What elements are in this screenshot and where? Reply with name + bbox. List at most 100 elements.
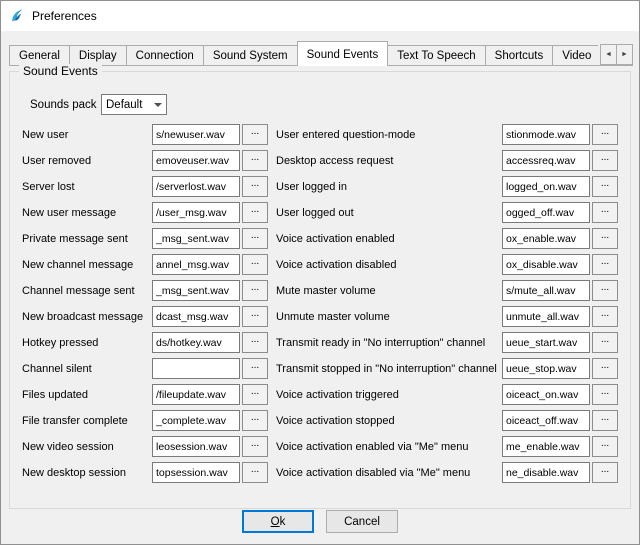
browse-button[interactable]: ... — [592, 332, 618, 353]
tab-scroller: ◄ ► — [598, 44, 633, 65]
browse-button[interactable]: ... — [592, 358, 618, 379]
cancel-button-label: Cancel — [327, 516, 397, 528]
sound-event-row: New channel message... — [22, 254, 268, 275]
sound-file-input[interactable] — [152, 436, 240, 457]
browse-button[interactable]: ... — [592, 202, 618, 223]
tab-video[interactable]: Video — [552, 45, 601, 65]
browse-button[interactable]: ... — [242, 410, 268, 431]
sound-event-row: New broadcast message... — [22, 306, 268, 327]
browse-button[interactable]: ... — [592, 254, 618, 275]
sound-file-input[interactable] — [152, 384, 240, 405]
sound-events-group: Sound Events Sounds pack Default New use… — [9, 71, 631, 509]
sound-file-input[interactable] — [502, 436, 590, 457]
sound-event-label: Voice activation disabled via "Me" menu — [276, 467, 500, 479]
app-icon — [9, 8, 25, 24]
sound-file-input[interactable] — [152, 332, 240, 353]
sound-file-input[interactable] — [502, 124, 590, 145]
sound-event-row: New video session... — [22, 436, 268, 457]
sound-file-input[interactable] — [152, 280, 240, 301]
sound-file-input[interactable] — [502, 384, 590, 405]
sound-file-input[interactable] — [502, 202, 590, 223]
sound-file-input[interactable] — [152, 150, 240, 171]
browse-button[interactable]: ... — [242, 254, 268, 275]
sound-event-row: Server lost... — [22, 176, 268, 197]
sound-events-column-right: User entered question-mode... Desktop acc… — [276, 124, 618, 488]
browse-button[interactable]: ... — [592, 124, 618, 145]
sound-file-input[interactable] — [502, 280, 590, 301]
sound-file-input[interactable] — [152, 228, 240, 249]
sound-file-input[interactable] — [502, 254, 590, 275]
sound-event-label: Files updated — [22, 389, 150, 401]
sound-file-input[interactable] — [502, 462, 590, 483]
sound-event-label: File transfer complete — [22, 415, 150, 427]
sound-file-input[interactable] — [502, 306, 590, 327]
browse-button[interactable]: ... — [592, 436, 618, 457]
tab-scroll-left-button[interactable]: ◄ — [600, 44, 617, 65]
sound-event-row: Voice activation triggered... — [276, 384, 618, 405]
tab-shortcuts[interactable]: Shortcuts — [485, 45, 554, 65]
browse-button[interactable]: ... — [242, 384, 268, 405]
sound-event-row: User removed... — [22, 150, 268, 171]
sounds-pack-select[interactable]: Default — [101, 94, 167, 115]
browse-button[interactable]: ... — [242, 176, 268, 197]
sound-event-row: Unmute master volume... — [276, 306, 618, 327]
browse-button[interactable]: ... — [592, 228, 618, 249]
sound-file-input[interactable] — [502, 358, 590, 379]
sound-event-label: New user message — [22, 207, 150, 219]
browse-button[interactable]: ... — [242, 202, 268, 223]
cancel-button[interactable]: Cancel — [326, 510, 398, 533]
sound-event-row: Voice activation disabled via "Me" menu.… — [276, 462, 618, 483]
browse-button[interactable]: ... — [242, 436, 268, 457]
browse-button[interactable]: ... — [242, 462, 268, 483]
tab-general[interactable]: General — [9, 45, 70, 65]
browse-button[interactable]: ... — [242, 280, 268, 301]
sound-file-input[interactable] — [502, 332, 590, 353]
sound-event-row: User entered question-mode... — [276, 124, 618, 145]
sound-file-input[interactable] — [502, 410, 590, 431]
sounds-pack-row: Sounds pack Default — [30, 94, 618, 115]
dialog-footer: Ok Cancel — [1, 510, 639, 533]
sound-event-row: User logged out... — [276, 202, 618, 223]
sound-file-input[interactable] — [152, 124, 240, 145]
browse-button[interactable]: ... — [242, 150, 268, 171]
browse-button[interactable]: ... — [592, 462, 618, 483]
browse-button[interactable]: ... — [592, 176, 618, 197]
tab-sound-system[interactable]: Sound System — [203, 45, 298, 65]
browse-button[interactable]: ... — [592, 306, 618, 327]
browse-button[interactable]: ... — [592, 410, 618, 431]
chevron-down-icon — [150, 95, 166, 114]
sound-event-label: New video session — [22, 441, 150, 453]
ok-button[interactable]: Ok — [242, 510, 314, 533]
sound-file-input[interactable] — [152, 202, 240, 223]
ok-button-label: Ok — [243, 516, 313, 528]
browse-button[interactable]: ... — [242, 332, 268, 353]
sound-file-input[interactable] — [152, 176, 240, 197]
browse-button[interactable]: ... — [242, 306, 268, 327]
browse-button[interactable]: ... — [242, 228, 268, 249]
sound-file-input[interactable] — [502, 150, 590, 171]
sound-event-label: New desktop session — [22, 467, 150, 479]
sound-event-row: Hotkey pressed... — [22, 332, 268, 353]
browse-button[interactable]: ... — [242, 358, 268, 379]
sound-file-input[interactable] — [502, 228, 590, 249]
sounds-pack-label: Sounds pack — [30, 99, 101, 111]
browse-button[interactable]: ... — [592, 384, 618, 405]
browse-button[interactable]: ... — [242, 124, 268, 145]
sound-file-input[interactable] — [152, 306, 240, 327]
browse-button[interactable]: ... — [592, 150, 618, 171]
tab-text-to-speech[interactable]: Text To Speech — [387, 45, 485, 65]
sound-event-label: Server lost — [22, 181, 150, 193]
tab-scroll-right-button[interactable]: ► — [616, 44, 633, 65]
tab-connection[interactable]: Connection — [126, 45, 204, 65]
sound-event-label: Mute master volume — [276, 285, 500, 297]
browse-button[interactable]: ... — [592, 280, 618, 301]
tab-sound-events[interactable]: Sound Events — [297, 41, 389, 66]
sound-file-input[interactable] — [152, 358, 240, 379]
tab-display[interactable]: Display — [69, 45, 127, 65]
sound-file-input[interactable] — [152, 410, 240, 431]
sound-event-row: New user message... — [22, 202, 268, 223]
sound-file-input[interactable] — [152, 462, 240, 483]
sound-file-input[interactable] — [502, 176, 590, 197]
sound-event-row: Desktop access request... — [276, 150, 618, 171]
sound-file-input[interactable] — [152, 254, 240, 275]
